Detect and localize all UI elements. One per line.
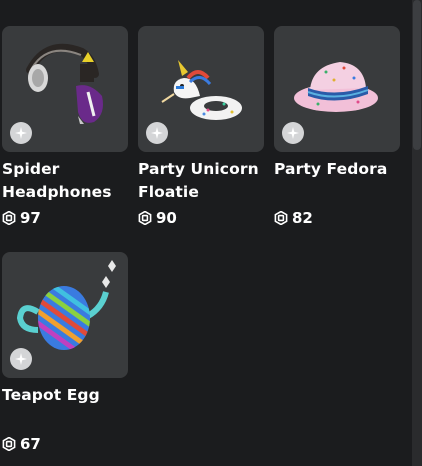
item-card-party-fedora[interactable]: Party Fedora 82 <box>274 26 400 228</box>
item-card-spider-headphones[interactable]: Spider Headphones 97 <box>2 26 128 228</box>
item-thumbnail[interactable] <box>274 26 400 152</box>
robux-icon <box>274 210 288 226</box>
sparkle-icon <box>282 122 304 144</box>
item-card-party-unicorn-floatie[interactable]: Party Unicorn Floatie 90 <box>138 26 264 228</box>
item-name[interactable]: Party Unicorn Floatie <box>138 158 264 204</box>
item-thumbnail[interactable] <box>2 26 128 152</box>
sparkle-icon <box>10 122 32 144</box>
item-price-value: 90 <box>156 209 177 227</box>
item-price: 90 <box>138 208 264 228</box>
item-thumbnail[interactable] <box>138 26 264 152</box>
scrollbar-track[interactable] <box>412 0 422 466</box>
scrollbar-thumb[interactable] <box>413 0 421 150</box>
item-price: 82 <box>274 208 400 228</box>
item-price-value: 82 <box>292 209 313 227</box>
item-price-value: 97 <box>20 209 41 227</box>
robux-icon <box>2 436 16 452</box>
robux-icon <box>138 210 152 226</box>
item-price: 97 <box>2 208 128 228</box>
item-name[interactable]: Teapot Egg <box>2 384 128 430</box>
item-name[interactable]: Spider Headphones <box>2 158 128 204</box>
item-name[interactable]: Party Fedora <box>274 158 400 204</box>
item-card-teapot-egg[interactable]: Teapot Egg 67 <box>2 252 128 454</box>
item-price-value: 67 <box>20 435 41 453</box>
robux-icon <box>2 210 16 226</box>
sparkle-icon <box>146 122 168 144</box>
item-price: 67 <box>2 434 128 454</box>
item-thumbnail[interactable] <box>2 252 128 378</box>
sparkle-icon <box>10 348 32 370</box>
